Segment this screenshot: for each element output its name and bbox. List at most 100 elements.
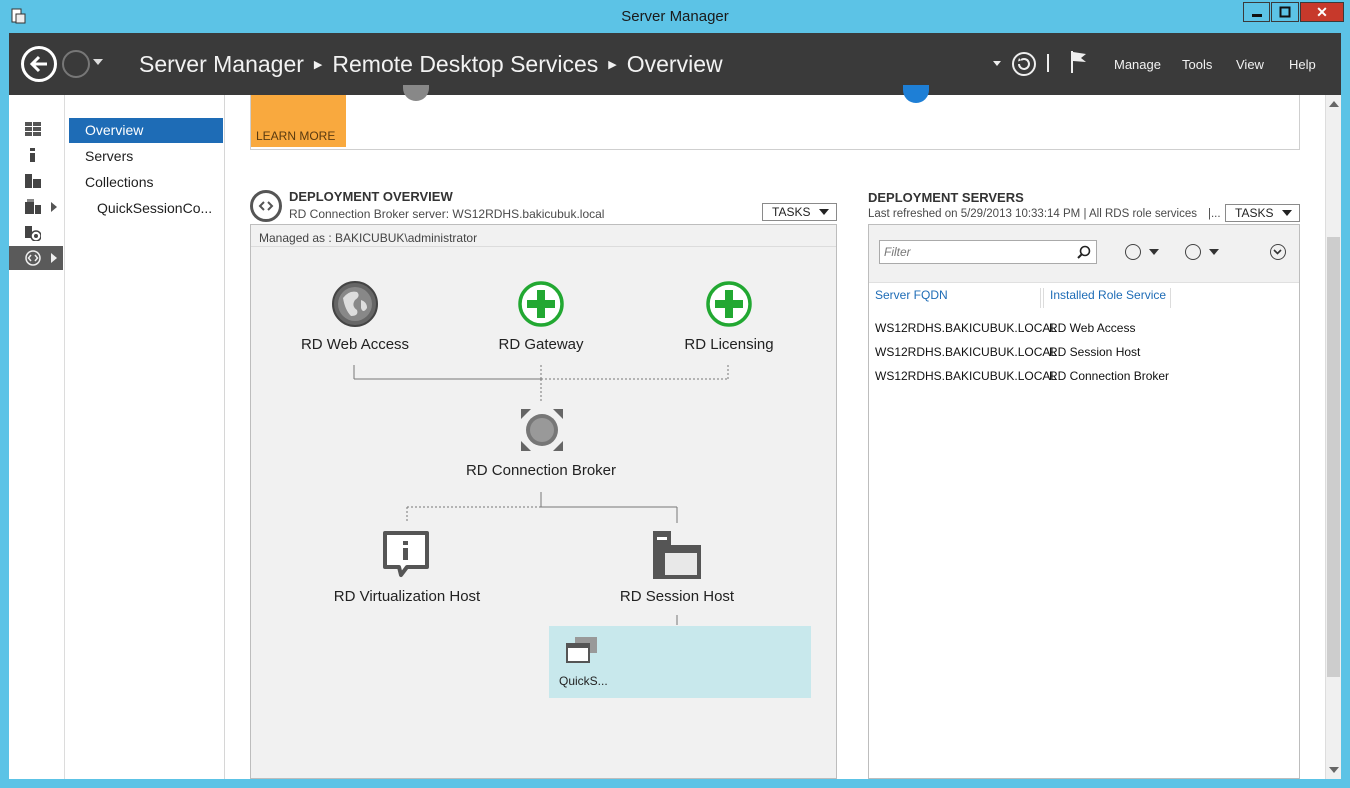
- step-marker: [903, 85, 929, 103]
- rd-connection-broker-label: RD Connection Broker: [465, 462, 617, 479]
- column-header-server-fqdn[interactable]: Server FQDN: [869, 288, 1041, 308]
- iconbar-local-server[interactable]: [9, 143, 63, 167]
- tasks-label: TASKS: [1235, 206, 1274, 220]
- header-divider: [1047, 54, 1049, 72]
- expand-collapse-icon[interactable]: [1270, 244, 1286, 260]
- remote-desktop-icon: [25, 250, 41, 266]
- nav-item-overview[interactable]: Overview: [69, 118, 223, 143]
- main-pane: LEARN MORE DEPLOYMENT OVERVIEW RD Connec…: [225, 85, 1325, 779]
- chevron-down-icon: [819, 209, 829, 215]
- menu-tools[interactable]: Tools: [1182, 57, 1212, 72]
- filter-input[interactable]: Filter: [879, 240, 1097, 264]
- rd-licensing-label: RD Licensing: [684, 336, 774, 353]
- table-cell-server[interactable]: WS12RDHS.BAKICUBUK.LOCAL: [875, 321, 1057, 335]
- iconbar-file-storage[interactable]: [9, 195, 63, 219]
- refresh-icon[interactable]: [1011, 51, 1037, 77]
- role-icon-bar: [9, 95, 65, 779]
- search-icon[interactable]: [1077, 245, 1091, 259]
- server-manager-window: Server Manager ✕ Server Manager ▶ Remote…: [0, 0, 1350, 788]
- breadcrumb-overview[interactable]: Overview: [627, 51, 723, 78]
- deployment-overview-panel: Managed as : BAKICUBUK\administrator RD …: [250, 224, 837, 779]
- list-options-icon[interactable]: [1125, 244, 1141, 260]
- nav-item-servers[interactable]: Servers: [69, 144, 223, 169]
- collection-label: QuickS...: [559, 674, 608, 688]
- menu-manage[interactable]: Manage: [1114, 57, 1161, 72]
- breadcrumb-remote-desktop-services[interactable]: Remote Desktop Services: [332, 51, 598, 78]
- window-title: Server Manager: [621, 8, 729, 25]
- menu-help[interactable]: Help: [1289, 57, 1316, 72]
- rd-web-access-label: RD Web Access: [300, 336, 410, 353]
- history-dropdown-icon[interactable]: [93, 59, 103, 65]
- rd-session-host-label: RD Session Host: [619, 588, 735, 605]
- chevron-down-icon: [1273, 249, 1282, 255]
- expand-arrow-icon[interactable]: [51, 253, 57, 263]
- welcome-banner: [250, 85, 1300, 150]
- deployment-overview-subtitle: RD Connection Broker server: WS12RDHS.ba…: [289, 207, 605, 221]
- table-cell-server[interactable]: WS12RDHS.BAKICUBUK.LOCAL: [875, 345, 1057, 359]
- menu-view[interactable]: View: [1236, 57, 1264, 72]
- table-cell-server[interactable]: WS12RDHS.BAKICUBUK.LOCAL: [875, 369, 1057, 383]
- table-cell-role[interactable]: RD Session Host: [1049, 345, 1140, 359]
- nav-item-quicksession-collection[interactable]: QuickSessionCo...: [69, 196, 223, 221]
- connection-broker-icon[interactable]: [517, 405, 567, 455]
- breadcrumb-server-manager[interactable]: Server Manager: [139, 51, 304, 78]
- collection-icon: [566, 637, 597, 663]
- file-storage-icon: [25, 199, 41, 214]
- close-button[interactable]: ✕: [1300, 2, 1344, 22]
- deployment-servers-subtitle: Last refreshed on 5/29/2013 10:33:14 PM …: [868, 208, 1198, 220]
- breadcrumb: Server Manager ▶ Remote Desktop Services…: [139, 51, 723, 78]
- deployment-servers-panel: Filter Server FQDN Installed Role Servic…: [868, 224, 1300, 779]
- scroll-up-icon[interactable]: [1329, 101, 1339, 107]
- deployment-servers-tasks-button[interactable]: TASKS: [1225, 204, 1300, 222]
- forward-button[interactable]: [62, 50, 90, 78]
- column-header-installed-role-service[interactable]: Installed Role Service: [1043, 288, 1171, 308]
- save-query-dropdown-icon[interactable]: [1209, 249, 1219, 255]
- minimize-icon: [1251, 14, 1262, 17]
- navigation-panel: Overview Servers Collections QuickSessio…: [65, 95, 225, 779]
- app-header: Server Manager ▶ Remote Desktop Services…: [9, 33, 1341, 95]
- minimize-button[interactable]: [1243, 2, 1270, 22]
- table-cell-role[interactable]: RD Web Access: [1049, 321, 1135, 335]
- learn-more-tile[interactable]: LEARN MORE: [251, 95, 346, 147]
- nav-item-collections[interactable]: Collections: [69, 170, 223, 195]
- rd-virtualization-host-label: RD Virtualization Host: [333, 588, 481, 605]
- tasks-label: TASKS: [772, 205, 811, 219]
- expand-arrow-icon[interactable]: [51, 202, 57, 212]
- back-button[interactable]: [21, 46, 57, 82]
- rd-licensing-add-icon[interactable]: [705, 280, 753, 328]
- breadcrumb-separator-icon: ▶: [608, 59, 617, 71]
- title-bar: Server Manager ✕: [0, 0, 1350, 33]
- iconbar-remote-desktop-services[interactable]: [9, 246, 63, 270]
- deployment-servers-subtitle-more: |...: [1208, 208, 1221, 220]
- globe-icon[interactable]: [331, 280, 379, 328]
- remote-desktop-icon: [258, 201, 274, 211]
- save-query-icon[interactable]: [1185, 244, 1201, 260]
- iconbar-iis[interactable]: [9, 221, 63, 245]
- table-cell-role[interactable]: RD Connection Broker: [1049, 369, 1169, 383]
- breadcrumb-separator-icon: ▶: [313, 59, 323, 71]
- deployment-overview-tasks-button[interactable]: TASKS: [762, 203, 837, 221]
- scroll-down-icon[interactable]: [1329, 767, 1339, 773]
- session-collection-tile[interactable]: QuickS...: [549, 626, 811, 698]
- session-host-icon[interactable]: [651, 529, 703, 581]
- servers-toolbar: Filter: [869, 225, 1299, 283]
- content-area: Overview Servers Collections QuickSessio…: [9, 85, 1341, 779]
- vertical-scrollbar[interactable]: [1325, 95, 1341, 779]
- rd-gateway-add-icon[interactable]: [517, 280, 565, 328]
- virtualization-host-icon[interactable]: [381, 529, 431, 579]
- list-options-dropdown-icon[interactable]: [1149, 249, 1159, 255]
- breadcrumb-dropdown-icon[interactable]: [993, 61, 1001, 66]
- deployment-servers-title: DEPLOYMENT SERVERS: [868, 190, 1024, 205]
- deployment-overview-icon: [250, 190, 282, 222]
- dashboard-icon: [25, 122, 41, 136]
- iconbar-all-servers[interactable]: [9, 169, 63, 193]
- maximize-button[interactable]: [1271, 2, 1299, 22]
- back-arrow-icon: [29, 55, 47, 73]
- iconbar-dashboard[interactable]: [9, 117, 63, 141]
- maximize-icon: [1279, 6, 1291, 18]
- scrollbar-thumb[interactable]: [1327, 237, 1340, 677]
- notifications-flag-icon[interactable]: [1069, 49, 1089, 75]
- iis-icon: [25, 226, 41, 241]
- deployment-overview-title: DEPLOYMENT OVERVIEW: [289, 189, 453, 204]
- close-icon: ✕: [1316, 3, 1328, 20]
